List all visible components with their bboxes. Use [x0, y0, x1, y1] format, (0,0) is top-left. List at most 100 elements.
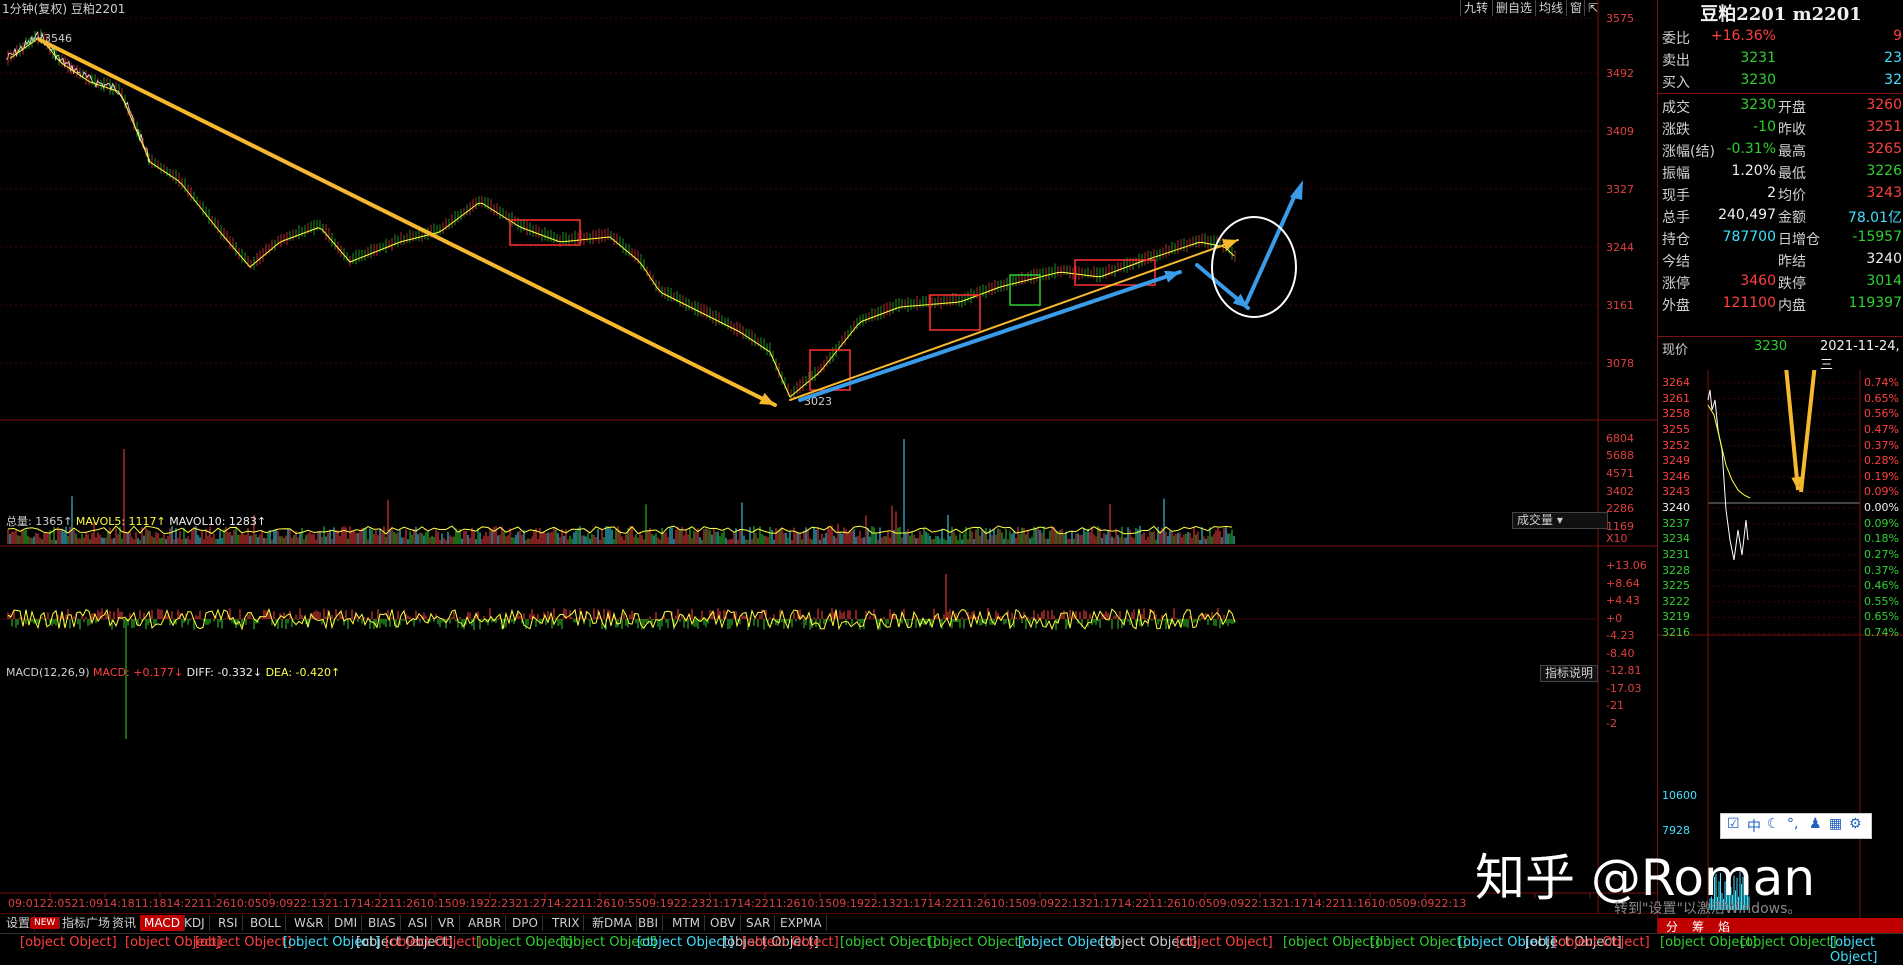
quote-label: 现手	[1662, 188, 1690, 204]
quote-label-2: 跌停	[1778, 276, 1806, 292]
quote-date: 2021-11-24,三	[1820, 339, 1900, 373]
windows-activation-notice: 转到"设置"以激活Windows。	[1614, 901, 1802, 917]
indicator-help-button[interactable]: 指标说明	[1540, 665, 1599, 682]
quote-value: -10	[1753, 119, 1776, 135]
indicator-tab[interactable]: NEW	[30, 917, 61, 929]
mini-pct-tick: 0.65%	[1864, 610, 1899, 624]
mini-pct-tick: 0.46%	[1864, 579, 1899, 593]
quote-label: 委比	[1662, 31, 1690, 47]
mini-price-tick: 3243	[1662, 485, 1690, 499]
price-tick: 3161	[1606, 299, 1634, 312]
mini-price-tick: 3216	[1662, 626, 1690, 639]
indicator-tab[interactable]: MTM	[668, 915, 706, 931]
volume-tick: 3402	[1606, 485, 1634, 498]
quote-value-2: 3243	[1866, 185, 1902, 201]
quote-label: 持仓	[1662, 232, 1690, 248]
quote-row: 委比 +16.36% 9	[1658, 26, 1903, 48]
indicator-tab[interactable]: W&R	[290, 915, 329, 931]
macd-tick: -8.40	[1606, 646, 1635, 660]
quote-label: 卖出	[1662, 53, 1690, 69]
quote-label-2: 均价	[1778, 188, 1806, 204]
chart-area[interactable]: 1分钟(复权) 豆粕2201 九转 删自选 均线 窗 ⇱ 3546 3023 35…	[0, 0, 1657, 951]
status-item: [object Object]	[195, 935, 292, 950]
mini-pct-tick: 0.37%	[1864, 563, 1899, 577]
mini-pct-tick: 0.19%	[1864, 469, 1899, 483]
quote-row: 今结 昨结 3240	[1658, 249, 1903, 271]
mini-price-tick: 3249	[1662, 454, 1690, 468]
mini-price-tick: 3237	[1662, 516, 1690, 530]
indicator-tab[interactable]: RSI	[214, 915, 243, 931]
mini-vol-tick: 10600	[1662, 789, 1697, 802]
price-tick: 3327	[1606, 183, 1634, 196]
macd-tick: -17.03	[1606, 681, 1642, 695]
mini-price-tick: 3228	[1662, 563, 1690, 577]
indicator-tab[interactable]: TRIX	[548, 915, 585, 931]
volume-tick: 6804	[1606, 432, 1634, 445]
quote-label-2: 金额	[1778, 210, 1806, 226]
quote-row: 外盘 121100 内盘 119397	[1658, 293, 1903, 315]
volume-indicator-select[interactable]: 成交量 ▾	[1512, 512, 1608, 529]
ime-toolbar[interactable]: ☑ 中 ☾ °, ♟ ▦ ⚙	[1720, 813, 1872, 839]
macd-tick: +4.43	[1606, 594, 1640, 607]
indicator-tab[interactable]: 指标广场	[58, 915, 116, 931]
status-item: [object Object]	[1740, 935, 1837, 950]
quote-value-2: 119397	[1848, 295, 1902, 311]
macd-tick: -4.23	[1606, 629, 1635, 642]
quote-row: 涨幅(结) -0.31% 最高 3265	[1658, 139, 1903, 161]
quote-value: 1.20%	[1731, 163, 1776, 179]
volume-mavol10: MAVOL10: 1283↑	[169, 515, 267, 528]
indicator-tab[interactable]: 资讯	[108, 915, 142, 931]
mini-price-tick: 3264	[1662, 376, 1690, 389]
indicator-tab[interactable]: BOLL	[246, 915, 286, 931]
status-item: [object Object]	[385, 935, 482, 950]
quote-row: 卖出 3231 23	[1658, 48, 1903, 70]
quote-value: 3230	[1740, 97, 1776, 113]
quote-label-2: 日增仓	[1778, 232, 1820, 248]
indicator-tab[interactable]: EXPMA	[776, 915, 827, 931]
indicator-tab[interactable]: DPO	[508, 915, 543, 931]
mini-price-tick: 3252	[1662, 438, 1690, 452]
quote-value: 787700	[1722, 229, 1776, 245]
dea-value: DEA: -0.420↑	[265, 666, 341, 679]
mini-price-tick: 3261	[1662, 391, 1690, 405]
price-tick: 3244	[1606, 241, 1634, 254]
indicator-tab[interactable]: DMI	[330, 915, 363, 931]
quote-value-2: 3260	[1866, 97, 1902, 113]
indicator-tab[interactable]: ARBR	[464, 915, 507, 931]
mini-price-tick: 3231	[1662, 547, 1690, 561]
indicator-tab[interactable]: ASI	[404, 915, 433, 931]
indicator-tab[interactable]: BIAS	[364, 915, 401, 931]
price-tick: 3492	[1606, 67, 1634, 80]
indicator-tab[interactable]: KDJ	[180, 915, 210, 931]
quote-value-2: 3014	[1866, 273, 1902, 289]
indicator-tab[interactable]: VR	[434, 915, 460, 931]
quote-label: 外盘	[1662, 298, 1690, 314]
status-item: [object Object]	[1830, 935, 1878, 965]
indicator-tab[interactable]: MACD	[140, 915, 185, 931]
quote-value: 2	[1767, 185, 1776, 201]
quote-label: 振幅	[1662, 166, 1690, 182]
status-item: [object Object]	[20, 935, 117, 950]
mini-pct-tick: 0.74%	[1864, 626, 1899, 639]
indicator-tab[interactable]: 新DMA	[588, 915, 637, 931]
indicator-tab[interactable]: SAR	[742, 915, 776, 931]
mini-pct-tick: 0.37%	[1864, 438, 1899, 452]
volume-mavol5: MAVOL5: 1117↑	[75, 515, 166, 528]
diff-value: DIFF: -0.332↓	[186, 666, 263, 679]
indicator-tab[interactable]: OBV	[706, 915, 741, 931]
ime-box-icon: ☑	[1727, 816, 1740, 832]
mini-pct-tick: 0.09%	[1864, 516, 1899, 530]
mini-pct-tick: 0.56%	[1864, 407, 1899, 421]
volume-tick: 5688	[1606, 449, 1634, 462]
macd-tick: +0	[1606, 611, 1623, 625]
mini-pct-tick: 0.55%	[1864, 594, 1899, 608]
quote-value-2: 3251	[1866, 119, 1902, 135]
mini-pct-tick: 0.09%	[1864, 485, 1899, 499]
quote-value: 240,497	[1718, 207, 1776, 223]
quote-value: -0.31%	[1726, 141, 1776, 157]
price-tick: 3409	[1606, 125, 1634, 138]
quote-label: 今结	[1662, 254, 1690, 270]
indicator-tab[interactable]: BBI	[634, 915, 664, 931]
market-status-bar: [object Object] [object Object] [object Ob…	[0, 933, 1903, 965]
ime-punct-icon: °,	[1787, 816, 1799, 832]
